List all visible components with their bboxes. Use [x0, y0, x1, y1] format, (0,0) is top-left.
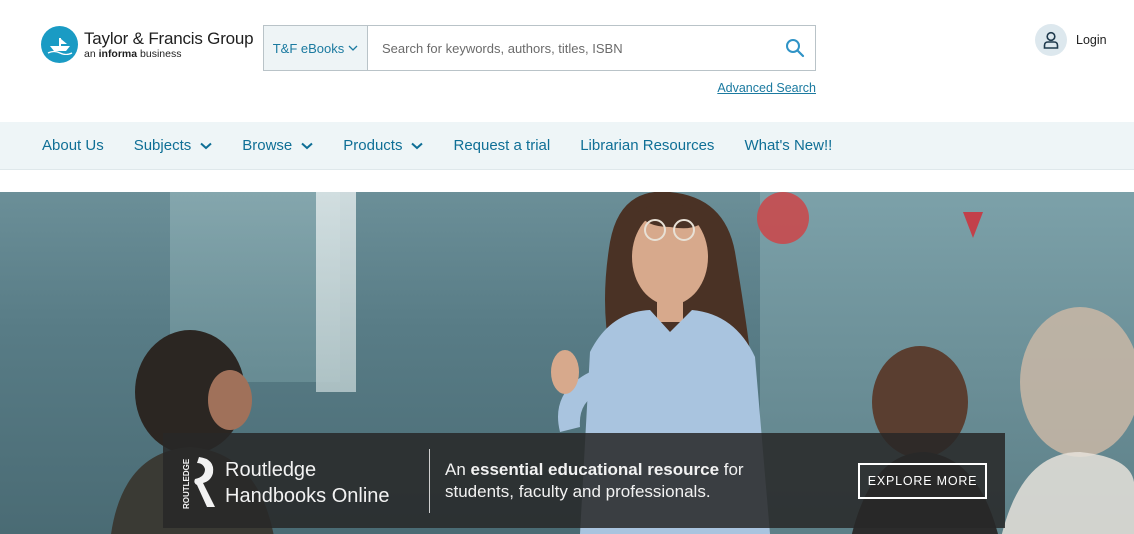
nav-subjects[interactable]: Subjects	[134, 137, 213, 154]
nav-browse[interactable]: Browse	[242, 137, 313, 154]
nav-librarian-resources[interactable]: Librarian Resources	[580, 137, 714, 154]
search-scope-label: T&F eBooks	[272, 40, 345, 56]
page: Taylor & Francis Group an informa busine…	[0, 0, 1134, 534]
nav-whats-new[interactable]: What's New!!	[744, 137, 832, 154]
logo-subtitle: an informa business	[84, 47, 182, 60]
search-bar: T&F eBooks	[263, 25, 816, 71]
banner-tagline: An essential educational resource for st…	[445, 460, 744, 501]
chevron-down-icon	[348, 45, 358, 52]
chevron-down-icon	[200, 142, 212, 150]
svg-text:ROUTLEDGE: ROUTLEDGE	[182, 458, 191, 509]
site-header: Taylor & Francis Group an informa busine…	[0, 0, 1134, 122]
nav-about-us[interactable]: About Us	[42, 137, 104, 154]
hero-light-column	[316, 192, 356, 392]
nav-products[interactable]: Products	[343, 137, 424, 154]
explore-more-button[interactable]: EXPLORE MORE	[858, 463, 987, 499]
search-button[interactable]	[775, 26, 815, 70]
login-button[interactable]: Login	[1035, 24, 1107, 56]
taylor-francis-logo[interactable]: Taylor & Francis Group an informa busine…	[41, 26, 254, 63]
logo-name: Taylor & Francis Group	[84, 28, 254, 48]
search-input[interactable]	[368, 26, 775, 70]
hero-red-triangle	[963, 212, 983, 238]
advanced-search-link[interactable]: Advanced Search	[717, 81, 816, 95]
login-label: Login	[1076, 33, 1107, 47]
ship-logo-icon	[41, 26, 78, 63]
promo-banner: ROUTLEDGE Routledge Handbooks Online An …	[163, 433, 1005, 528]
search-icon	[786, 39, 805, 58]
hero-image: ROUTLEDGE Routledge Handbooks Online An …	[0, 192, 1134, 534]
chevron-down-icon	[301, 142, 313, 150]
product-name: Routledge Handbooks Online	[225, 459, 390, 507]
chevron-down-icon	[411, 142, 424, 150]
user-icon	[1035, 24, 1067, 56]
banner-divider	[429, 449, 430, 513]
search-scope-dropdown[interactable]: T&F eBooks	[264, 26, 368, 70]
nav-request-trial[interactable]: Request a trial	[453, 137, 550, 154]
main-nav: About Us Subjects Browse Products Reques…	[0, 122, 1134, 170]
routledge-logo-icon: ROUTLEDGE	[182, 457, 215, 509]
